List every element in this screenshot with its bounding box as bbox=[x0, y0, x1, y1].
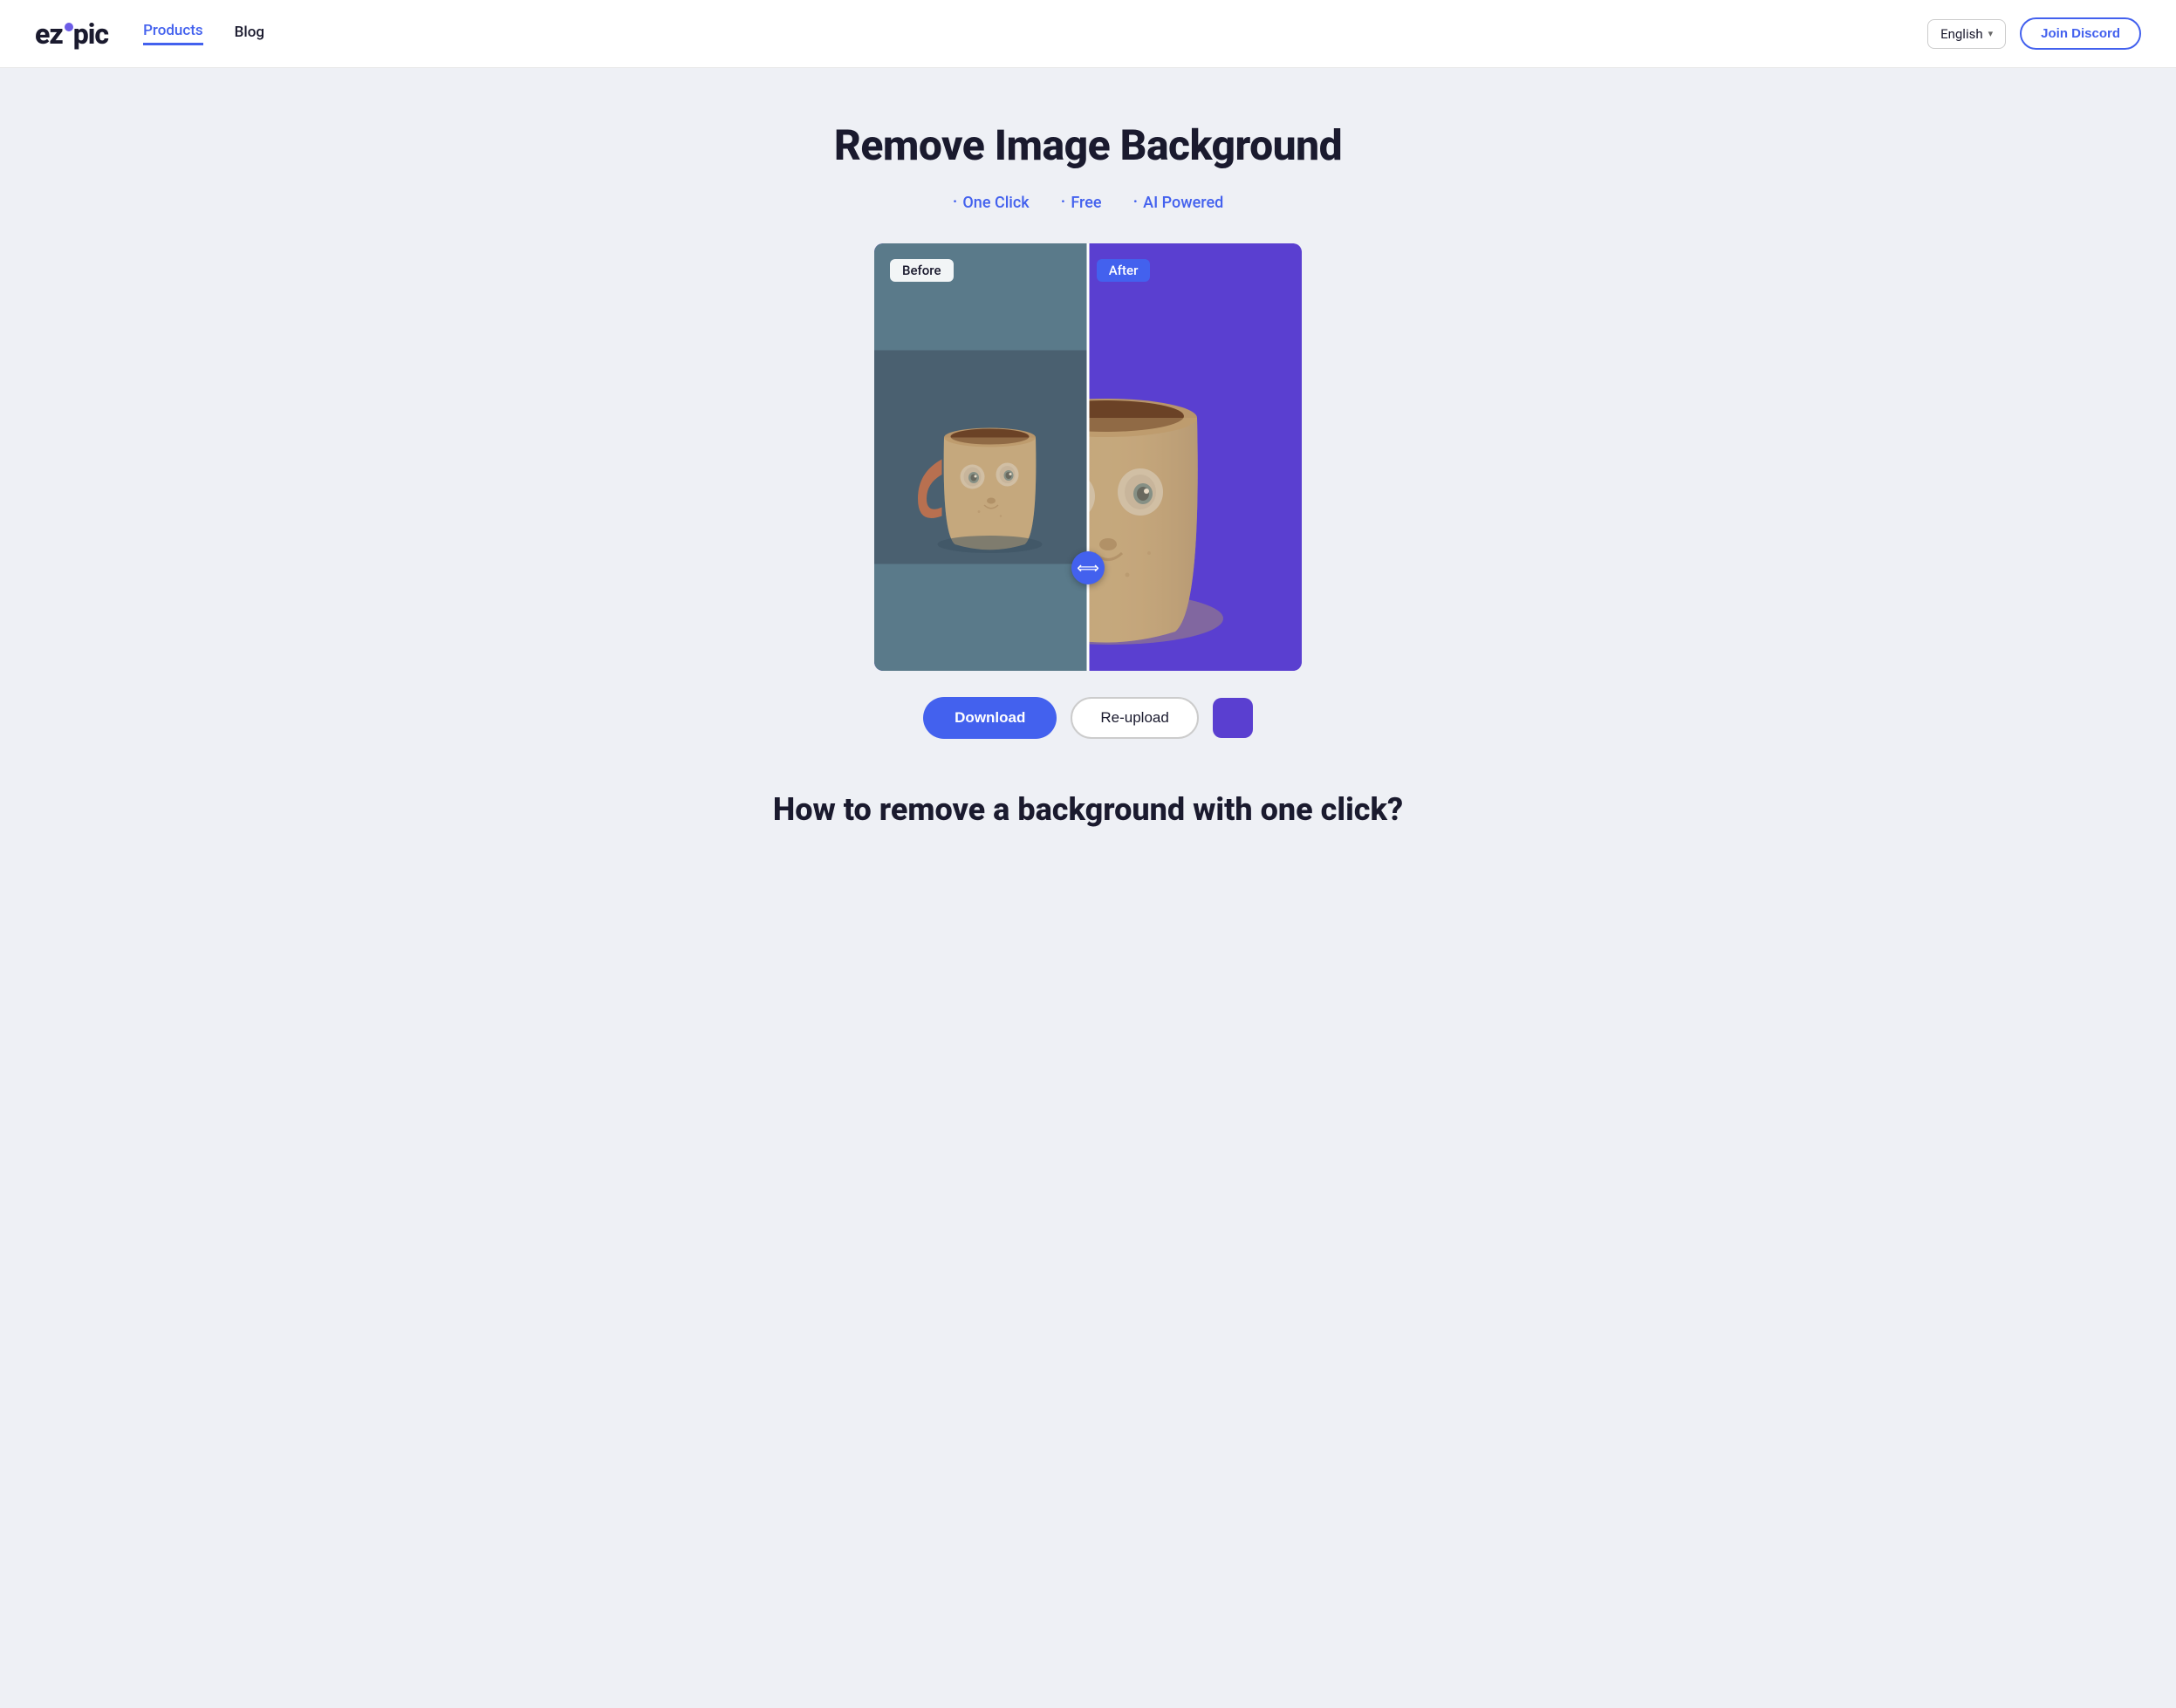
language-selector[interactable]: English ▾ bbox=[1927, 19, 2006, 49]
logo-link[interactable]: ezpic bbox=[35, 17, 108, 51]
before-panel bbox=[874, 243, 1088, 671]
logo-text: ezpic bbox=[35, 17, 108, 51]
main-content: Remove Image Background One Click Free A… bbox=[713, 68, 1463, 898]
logo-dot bbox=[65, 23, 73, 31]
nav-blog[interactable]: Blog bbox=[235, 24, 264, 44]
reupload-button[interactable]: Re-upload bbox=[1071, 697, 1198, 739]
download-button[interactable]: Download bbox=[923, 697, 1057, 739]
drag-handle[interactable]: ⟺ bbox=[1071, 551, 1105, 584]
navbar: ezpic Products Blog English ▾ Join Disco… bbox=[0, 0, 2176, 68]
feature-pills: One Click Free AI Powered bbox=[730, 191, 1446, 212]
nav-links: Products Blog bbox=[143, 22, 1927, 45]
how-to-title: How to remove a background with one clic… bbox=[730, 791, 1446, 828]
after-label: After bbox=[1097, 259, 1151, 282]
feature-free: Free bbox=[1061, 191, 1102, 212]
join-discord-button[interactable]: Join Discord bbox=[2020, 17, 2141, 50]
color-swatch-button[interactable] bbox=[1213, 698, 1253, 738]
chevron-down-icon: ▾ bbox=[1988, 28, 1994, 39]
language-label: English bbox=[1940, 26, 1983, 42]
action-buttons: Download Re-upload bbox=[730, 697, 1446, 739]
nav-right: English ▾ Join Discord bbox=[1927, 17, 2141, 50]
feature-ai-powered: AI Powered bbox=[1133, 191, 1224, 212]
image-compare[interactable]: Before After ⟺ bbox=[874, 243, 1302, 671]
page-title: Remove Image Background bbox=[730, 120, 1446, 170]
compare-divider bbox=[1087, 243, 1090, 671]
nav-products[interactable]: Products bbox=[143, 22, 203, 45]
feature-one-click: One Click bbox=[953, 191, 1030, 212]
how-to-section: How to remove a background with one clic… bbox=[730, 791, 1446, 828]
before-label: Before bbox=[890, 259, 954, 282]
arrows-icon: ⟺ bbox=[1077, 559, 1099, 577]
